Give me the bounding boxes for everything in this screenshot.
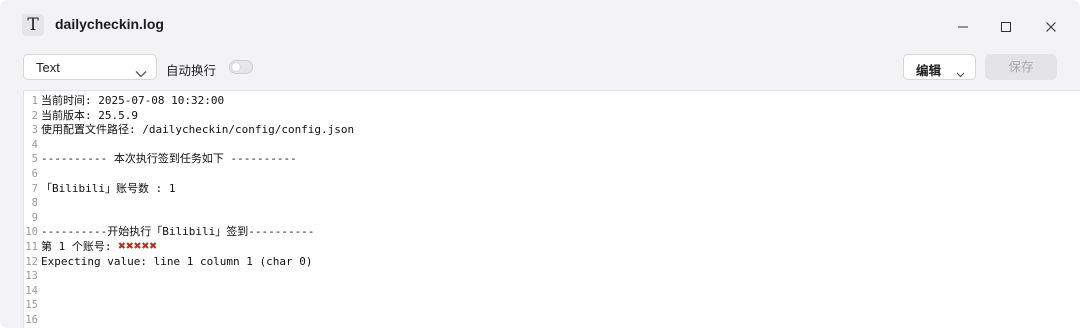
log-line: 第 1 个账号: ✖✖✖✖✖ [41,238,1080,255]
line-number: 16 [25,313,38,326]
cross-mark-icons: ✖✖✖✖✖ [118,238,158,254]
log-line: 当前时间: 2025-07-08 10:32:00 [41,94,225,107]
line-number-gutter: 1 2 3 4 5 6 7 8 9 10 11 12 13 14 15 16 [24,94,38,328]
log-editor[interactable]: 1 2 3 4 5 6 7 8 9 10 11 12 13 14 15 16 当… [23,90,1080,328]
save-button[interactable]: 保存 [985,54,1057,80]
close-icon[interactable] [1037,12,1065,40]
toggle-knob [232,63,240,71]
line-number: 8 [31,197,38,210]
line-number: 13 [25,270,38,283]
log-content: 当前时间: 2025-07-08 10:32:00 当前版本: 25.5.9 使… [41,94,1080,328]
log-line: Expecting value: line 1 column 1 (char 0… [41,254,313,268]
log-line: 当前版本: 25.5.9 [41,108,138,122]
window-title: dailycheckin.log [55,16,164,32]
line-number: 3 [31,124,38,137]
line-number: 5 [31,153,38,166]
word-wrap-toggle[interactable] [229,60,253,74]
line-number: 1 [31,95,38,107]
line-number: 6 [31,167,38,180]
line-number: 14 [25,284,38,297]
chevron-down-icon [956,63,965,82]
log-viewer-window: T dailycheckin.log Text 自动换行 编辑 保存 1 2 3… [0,0,1080,328]
toolbar: Text 自动换行 编辑 保存 [0,48,1080,88]
maximize-icon[interactable] [992,12,1020,40]
chevron-down-icon [135,63,147,82]
mode-select[interactable]: Text [23,54,157,80]
title-bar: T dailycheckin.log [0,0,1080,48]
line-number: 15 [25,299,38,312]
mode-select-value: Text [36,60,60,75]
edit-menu-button[interactable]: 编辑 [903,54,976,80]
log-line: ----------开始执行「Bilibili」签到---------- [41,225,315,239]
log-line: 使用配置文件路径: /dailycheckin/config/config.js… [41,123,355,137]
line-number: 4 [31,138,38,151]
log-line: 「Bilibili」账号数 : 1 [41,181,176,195]
line-number: 7 [31,182,38,195]
line-number: 12 [25,255,38,268]
line-number: 2 [31,109,38,122]
minimize-icon[interactable] [949,12,977,40]
log-line: ---------- 本次执行签到任务如下 ---------- [41,152,297,166]
word-wrap-label: 自动换行 [166,63,217,78]
line-number: 9 [31,211,38,224]
line-number: 11 [25,240,38,253]
log-line-text: 第 1 个账号: [41,239,119,253]
edit-button-label: 编辑 [916,63,942,78]
text-file-icon: T [22,14,44,36]
line-number: 10 [25,226,38,239]
